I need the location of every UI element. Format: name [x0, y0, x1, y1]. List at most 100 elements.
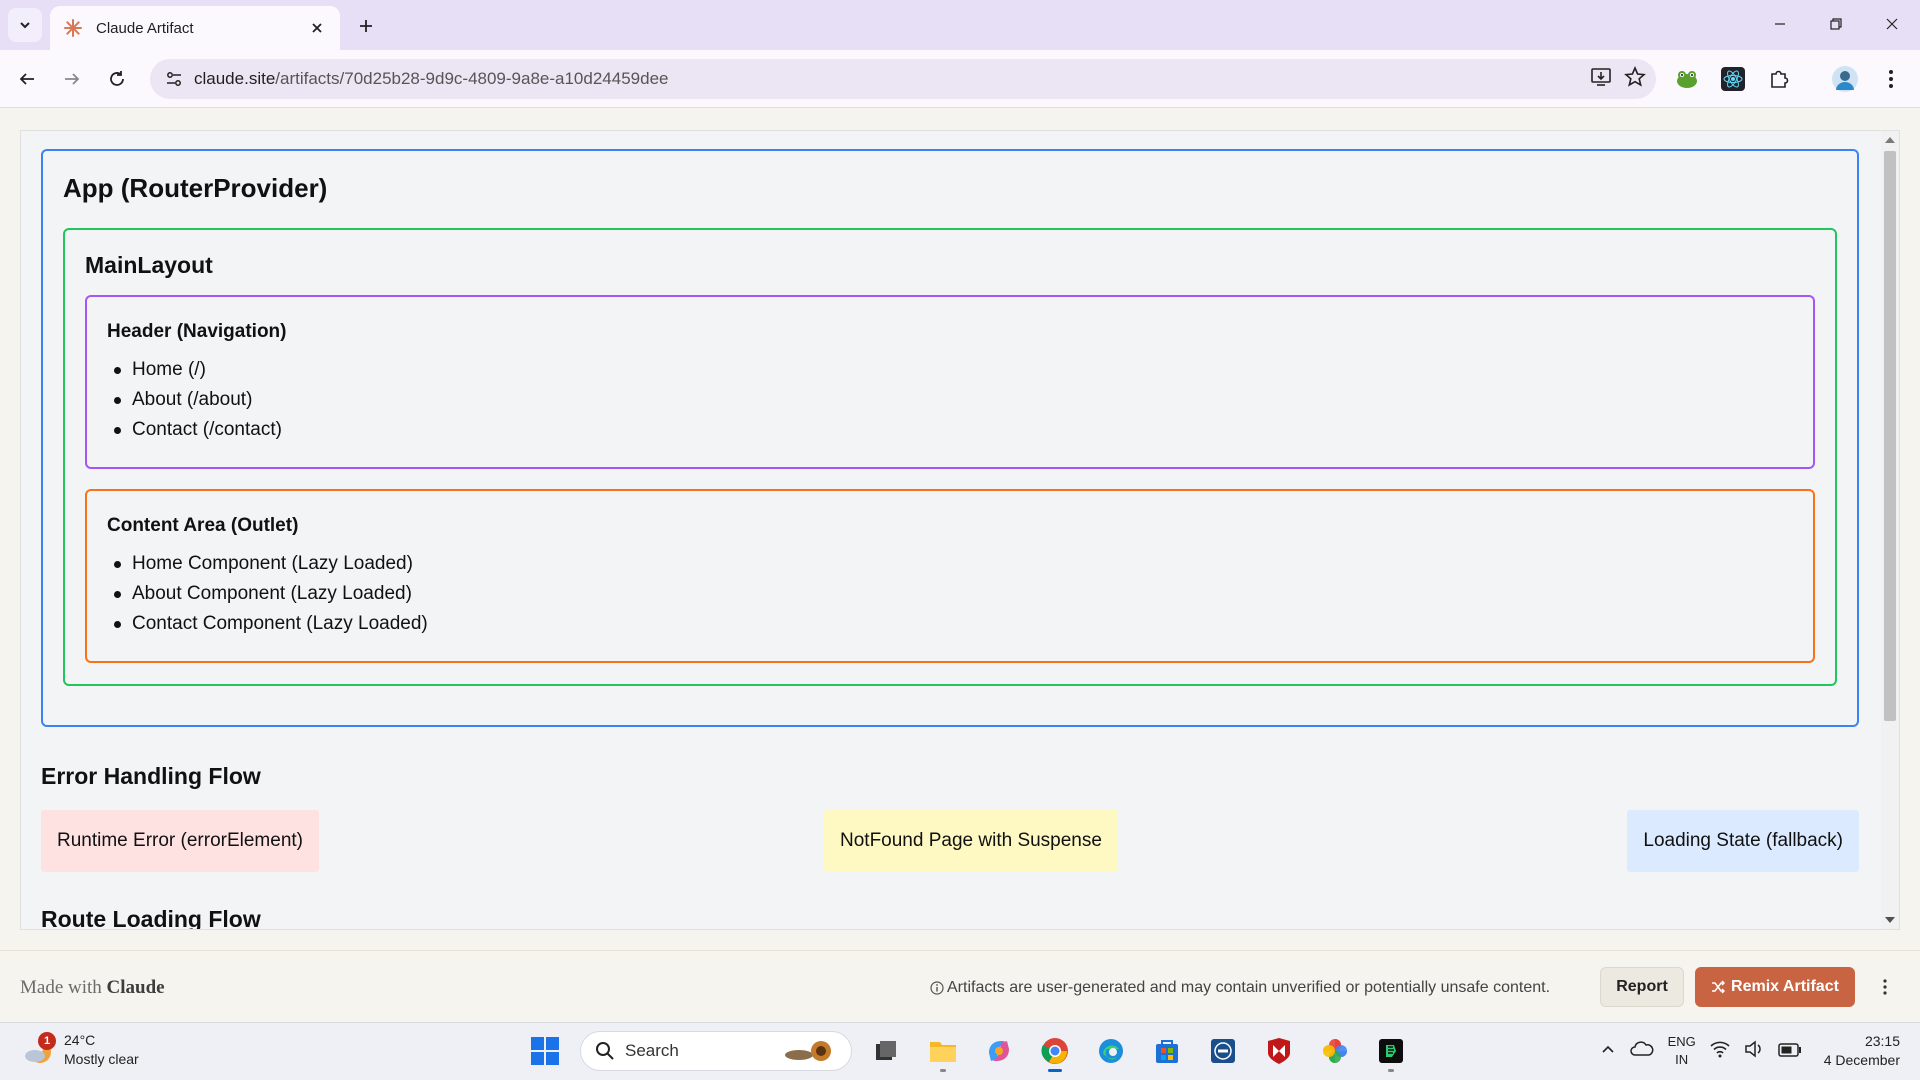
app-router-provider-box: App (RouterProvider) MainLayout Header (…	[41, 149, 1859, 727]
header-navigation-box: Header (Navigation) Home (/) About (/abo…	[85, 295, 1815, 469]
window-controls	[1752, 0, 1920, 48]
photos-icon[interactable]	[1314, 1029, 1356, 1073]
error-flow-row: Runtime Error (errorElement) NotFound Pa…	[41, 810, 1859, 872]
windows-start-icon[interactable]	[524, 1029, 566, 1073]
temperature: 24°C	[64, 1032, 96, 1048]
clock[interactable]: 23:15 4 December	[1824, 1032, 1900, 1070]
weather-widget[interactable]: 1 24°C Mostly clear	[22, 1031, 139, 1069]
list-item: Home Component (Lazy Loaded)	[111, 549, 1793, 579]
made-with-label: Made with	[20, 977, 102, 998]
shuffle-icon	[1712, 980, 1726, 994]
chrome-icon[interactable]	[1034, 1029, 1076, 1073]
claude-brand: Claude	[106, 977, 165, 998]
claude-favicon-icon	[62, 17, 84, 39]
back-button[interactable]	[10, 62, 44, 96]
forward-button[interactable]	[55, 62, 89, 96]
region-code: IN	[1675, 1052, 1689, 1067]
restore-button[interactable]	[1808, 0, 1864, 48]
header-route-list: Home (/) About (/about) Contact (/contac…	[107, 355, 1793, 445]
weather-moon-icon: 1	[22, 1032, 56, 1066]
outlet-component-list: Home Component (Lazy Loaded) About Compo…	[107, 549, 1793, 639]
weather-badge: 1	[38, 1032, 56, 1050]
new-tab-button[interactable]	[352, 12, 380, 40]
taskbar-search[interactable]: Search	[580, 1031, 852, 1071]
list-item: Contact Component (Lazy Loaded)	[111, 609, 1793, 639]
main-layout-title: MainLayout	[85, 252, 213, 278]
list-item: Home (/)	[111, 355, 1793, 385]
windows-taskbar: 1 24°C Mostly clear Search ENG IN 23:15 …	[0, 1022, 1920, 1080]
tab-strip: Claude Artifact	[0, 0, 1920, 50]
arrow-right-icon	[65, 73, 80, 85]
disclaimer-label: Artifacts are user-generated and may con…	[947, 979, 1551, 996]
install-app-icon[interactable]	[1590, 66, 1612, 92]
close-window-button[interactable]	[1864, 0, 1920, 48]
plus-icon	[360, 20, 372, 32]
language-indicator[interactable]: ENG IN	[1668, 1033, 1696, 1069]
terminal-app-icon[interactable]	[1370, 1029, 1412, 1073]
copilot-icon[interactable]	[978, 1029, 1020, 1073]
search-icon	[596, 1042, 614, 1060]
minimize-button[interactable]	[1752, 0, 1808, 48]
bookmark-star-icon[interactable]	[1624, 65, 1646, 92]
browser-toolbar: claude.site/artifacts/70d25b28-9d9c-4809…	[0, 50, 1920, 108]
search-placeholder: Search	[625, 1041, 679, 1060]
react-devtools-icon[interactable]	[1716, 62, 1750, 96]
system-tray: ENG IN 23:15 4 December	[1600, 1029, 1900, 1073]
info-icon	[930, 981, 944, 995]
search-highlight-icon	[785, 1041, 831, 1061]
frog-extension-icon[interactable]	[1670, 62, 1704, 96]
volume-icon[interactable]	[1744, 1040, 1764, 1062]
wifi-icon[interactable]	[1710, 1040, 1730, 1062]
app-title: App (RouterProvider)	[63, 173, 328, 203]
battery-icon[interactable]	[1777, 1042, 1802, 1061]
disclaimer-text: Artifacts are user-generated and may con…	[930, 979, 1550, 997]
clock-date: 4 December	[1823, 1052, 1900, 1068]
site-info-icon[interactable]	[154, 59, 194, 99]
main-layout-box: MainLayout Header (Navigation) Home (/) …	[63, 228, 1837, 686]
made-with-claude[interactable]: Made with Claude	[20, 977, 165, 999]
remix-label: Remix Artifact	[1731, 978, 1839, 995]
tab-search-button[interactable]	[8, 8, 42, 42]
tab-title: Claude Artifact	[96, 19, 194, 37]
close-tab-icon[interactable]	[306, 17, 328, 39]
outlet-box-title: Content Area (Outlet)	[107, 515, 299, 536]
task-view-icon[interactable]	[866, 1029, 908, 1073]
profile-avatar[interactable]	[1828, 62, 1862, 96]
address-bar[interactable]: claude.site/artifacts/70d25b28-9d9c-4809…	[150, 59, 1656, 99]
list-item: Contact (/contact)	[111, 415, 1793, 445]
remix-artifact-button[interactable]: Remix Artifact	[1695, 967, 1855, 1007]
mcafee-icon[interactable]	[1258, 1029, 1300, 1073]
browser-menu-icon[interactable]	[1874, 62, 1908, 96]
reload-icon	[110, 71, 124, 86]
header-box-title: Header (Navigation)	[107, 321, 287, 342]
artifact-frame: App (RouterProvider) MainLayout Header (…	[20, 130, 1900, 930]
loading-state-chip: Loading State (fallback)	[1627, 810, 1859, 872]
list-item: About (/about)	[111, 385, 1793, 415]
browser-tab[interactable]: Claude Artifact	[50, 6, 340, 50]
scroll-up-arrow-icon[interactable]	[1885, 137, 1895, 143]
microsoft-store-icon[interactable]	[1146, 1029, 1188, 1073]
notfound-page-chip: NotFound Page with Suspense	[824, 810, 1118, 872]
runtime-error-chip: Runtime Error (errorElement)	[41, 810, 319, 872]
scrollbar-thumb[interactable]	[1884, 151, 1896, 721]
chevron-up-icon[interactable]	[1600, 1041, 1616, 1061]
route-loading-title: Route Loading Flow	[41, 906, 261, 930]
onedrive-cloud-icon[interactable]	[1629, 1040, 1654, 1062]
more-options-icon[interactable]	[1870, 967, 1900, 1007]
report-button[interactable]: Report	[1600, 967, 1684, 1007]
list-item: About Component (Lazy Loaded)	[111, 579, 1793, 609]
artifact-scrollbar[interactable]	[1881, 131, 1899, 929]
weather-condition: Mostly clear	[64, 1051, 139, 1067]
edge-icon[interactable]	[1090, 1029, 1132, 1073]
puzzle-extensions-icon[interactable]	[1762, 62, 1796, 96]
url-path: /artifacts/70d25b28-9d9c-4809-9a8e-a10d2…	[275, 69, 669, 88]
file-explorer-icon[interactable]	[922, 1029, 964, 1073]
chevron-down-icon	[20, 22, 30, 29]
dell-icon[interactable]	[1202, 1029, 1244, 1073]
scroll-down-arrow-icon[interactable]	[1885, 917, 1895, 923]
reload-button[interactable]	[100, 62, 134, 96]
extensions-area	[1670, 62, 1908, 96]
artifact-footer: Made with Claude Artifacts are user-gene…	[0, 950, 1920, 1022]
taskbar-apps: Search	[524, 1029, 1412, 1073]
content-area-outlet-box: Content Area (Outlet) Home Component (La…	[85, 489, 1815, 663]
